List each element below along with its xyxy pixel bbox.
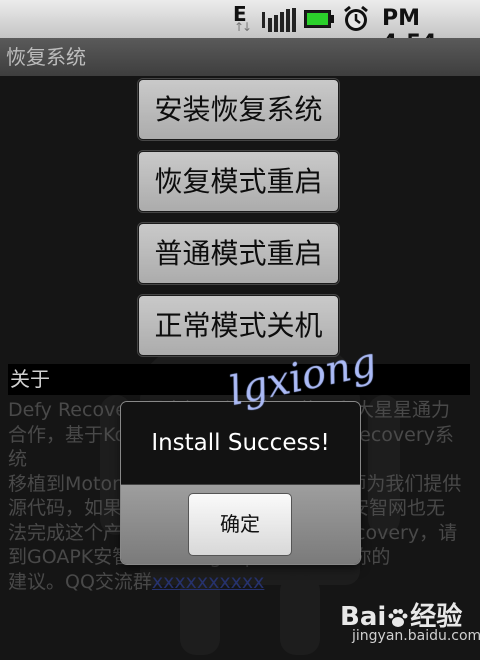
battery-icon [304,10,334,28]
signal-icon [262,8,296,32]
baidu-jingyan-url: jingyan.baidu.com [352,628,480,644]
dialog-message: Install Success! [121,402,360,485]
alarm-icon [344,5,368,31]
ok-button[interactable]: 确定 [188,493,292,556]
app-title-bar: 恢复系统 [0,38,480,76]
app-title: 恢复系统 [6,45,86,69]
alert-dialog: Install Success! 确定 [121,402,360,564]
dialog-button-bar: 确定 [121,485,360,564]
baidu-paw-icon [388,608,408,627]
data-activity-icon: ↑↓ [234,20,252,34]
status-bar: E ↑↓ PM 4:54 [0,0,480,56]
